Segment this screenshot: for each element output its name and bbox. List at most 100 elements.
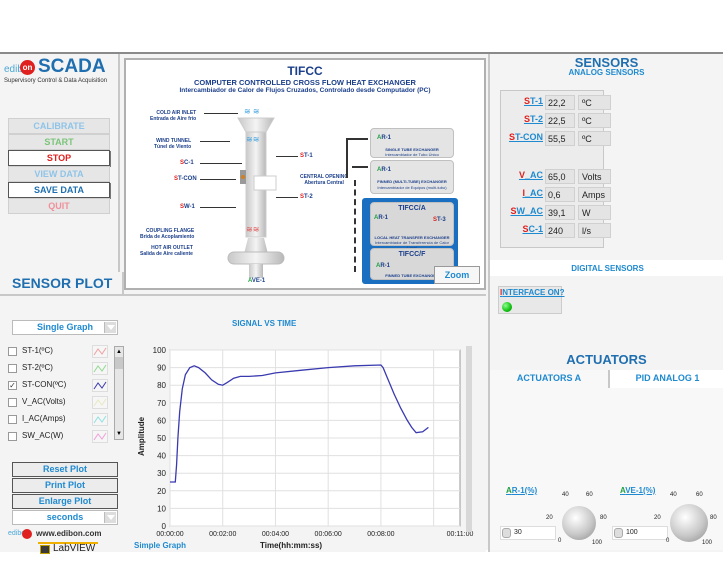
sensor-unit: Volts xyxy=(578,169,611,184)
knob-tick: 20 xyxy=(654,515,661,521)
zoom-button[interactable]: Zoom xyxy=(434,266,480,284)
chevron-down-icon[interactable] xyxy=(104,322,116,333)
tag-st-3: ST-3 xyxy=(433,217,446,223)
channel-row[interactable]: I_AC(Amps) xyxy=(8,412,112,428)
channel-row[interactable]: ST-2(ºC) xyxy=(8,361,112,377)
calibrate-button[interactable]: CALIBRATE xyxy=(8,118,110,134)
ar-1-knob[interactable] xyxy=(562,506,596,540)
sensor-value: 22,5 xyxy=(545,113,575,128)
graph-frame-scrollbar[interactable] xyxy=(466,346,472,532)
y-tick-label: 80 xyxy=(157,381,166,390)
channel-checkbox[interactable] xyxy=(8,398,17,407)
sensor-unit: ºC xyxy=(578,95,611,110)
x-tick-label: 00:00:00 xyxy=(156,531,183,538)
tab-actuators-a[interactable]: ACTUATORS A xyxy=(490,370,608,388)
ar-1-label[interactable]: AR-1(%) xyxy=(506,486,537,495)
sensor-unit: ºC xyxy=(578,113,611,128)
graph-caption: Simple Graph xyxy=(134,541,186,550)
knob-tick: 80 xyxy=(600,515,607,521)
digital-sensors-header: DIGITAL SENSORS xyxy=(490,260,723,276)
tag-sw-1: SW-1 xyxy=(180,204,195,210)
card-finned-multi-tube-exchanger: AR-1 FINNED (MULTI-TUBE) EXCHANGER Inter… xyxy=(370,160,454,194)
sensor-name-link[interactable]: ST-1 xyxy=(524,96,543,106)
save-data-button[interactable]: SAVE DATA xyxy=(8,182,110,198)
chevron-down-icon[interactable] xyxy=(104,512,116,523)
channel-row[interactable]: SW_AC(W) xyxy=(8,429,112,445)
ar-1-numeric-input[interactable]: 30 xyxy=(500,526,556,540)
y-tick-label: 40 xyxy=(157,452,166,461)
y-axis-label: Amplitude xyxy=(137,416,146,456)
channel-list-scrollbar[interactable]: ▲ ▼ xyxy=(114,346,124,440)
channel-checkbox[interactable] xyxy=(8,347,17,356)
interface-led-icon xyxy=(502,302,512,312)
tag-ar-1: AR-1 xyxy=(377,135,392,141)
sensor-name-link[interactable]: ST-CON xyxy=(509,132,543,142)
sensor-name-link[interactable]: SC-1 xyxy=(522,224,543,234)
sensor-unit: W xyxy=(578,205,611,220)
line-style-swatch-icon[interactable] xyxy=(92,430,108,443)
label-cold-air-inlet: COLD AIR INLET Entrada de Aire frío xyxy=(150,110,197,122)
sensor-name-link[interactable]: ST-2 xyxy=(524,114,543,124)
card-single-tube-exchanger: AR-1 SINGLE TUBE EXCHANGER Intercambiado… xyxy=(370,128,454,158)
website-link[interactable]: www.edibon.com xyxy=(36,529,101,538)
connector-line xyxy=(352,166,368,168)
analog-sensor-row: SC-1 240 l/s xyxy=(501,223,611,239)
label-wind-tunnel: WIND TUNNEL Túnel de Viento xyxy=(154,138,192,150)
scroll-up-icon[interactable]: ▲ xyxy=(116,348,122,356)
pointer-line xyxy=(276,197,298,198)
tag-sc-1: SC-1 xyxy=(180,160,194,166)
interface-on-indicator: INTERFACE ON? xyxy=(498,286,564,314)
print-plot-button[interactable]: Print Plot xyxy=(12,478,118,493)
tab-pid-analog-1[interactable]: PID ANALOG 1 xyxy=(608,370,723,388)
channel-checkbox[interactable] xyxy=(8,415,17,424)
knob-tick: 100 xyxy=(702,540,713,546)
line-style-swatch-icon[interactable] xyxy=(92,345,108,358)
channel-label: V_AC(Volts) xyxy=(22,397,66,406)
line-style-swatch-icon[interactable] xyxy=(92,396,108,409)
view-data-button[interactable]: VIEW DATA xyxy=(8,166,110,182)
start-button[interactable]: START xyxy=(8,134,110,150)
knob-tick: 40 xyxy=(562,492,569,498)
sensor-name-link[interactable]: SW_AC xyxy=(510,206,543,216)
stop-button[interactable]: STOP xyxy=(8,150,110,166)
edibon-footer-logo: edibon www.edibon.com xyxy=(8,529,102,539)
channel-checkbox[interactable] xyxy=(8,432,17,441)
channel-row[interactable]: V_AC(Volts) xyxy=(8,395,112,411)
graph-mode-select[interactable]: Single Graph xyxy=(12,320,118,335)
interface-on-label[interactable]: INTERFACE ON? xyxy=(500,288,564,297)
channel-row[interactable]: ✓ ST-CON(ºC) xyxy=(8,378,112,394)
line-style-swatch-icon[interactable] xyxy=(92,413,108,426)
y-tick-label: 50 xyxy=(157,434,166,443)
knob-tick: 60 xyxy=(586,492,593,498)
enlarge-plot-button[interactable]: Enlarge Plot xyxy=(12,494,118,509)
spinner-icon[interactable] xyxy=(502,528,511,538)
ave-1-numeric-input[interactable]: 100 xyxy=(612,526,668,540)
y-tick-label: 100 xyxy=(153,346,167,355)
signal-vs-time-chart: SIGNAL VS TIME 0 10 20 30 40 50 60 70 80 90 100 00:0… xyxy=(134,319,473,550)
channel-checkbox[interactable] xyxy=(8,364,17,373)
scroll-thumb[interactable] xyxy=(115,357,123,369)
line-style-swatch-icon[interactable] xyxy=(92,362,108,375)
time-unit-select[interactable]: seconds xyxy=(12,510,118,525)
ave-1-knob[interactable] xyxy=(670,504,708,542)
analog-sensor-row: ST-CON 55,5 ºC xyxy=(501,131,611,147)
spinner-icon[interactable] xyxy=(614,528,623,538)
edibon-dot-icon: on xyxy=(20,60,35,75)
process-diagram: TIFCC COMPUTER CONTROLLED CROSS FLOW HEA… xyxy=(124,58,486,290)
sensor-value: 22,2 xyxy=(545,95,575,110)
channel-row[interactable]: ST-1(ºC) xyxy=(8,344,112,360)
scroll-down-icon[interactable]: ▼ xyxy=(116,430,122,438)
reset-plot-button[interactable]: Reset Plot xyxy=(12,462,118,477)
line-style-swatch-icon[interactable] xyxy=(92,379,108,392)
y-tick-label: 10 xyxy=(157,504,166,513)
y-tick-label: 0 xyxy=(162,522,167,531)
channel-checkbox[interactable]: ✓ xyxy=(8,381,17,390)
knob-tick: 40 xyxy=(670,492,677,498)
wind-tunnel-drawing: ≋ ≋ ≋≋ ≋≋ xyxy=(227,107,285,278)
quit-button[interactable]: QUIT xyxy=(8,198,110,214)
ave-1-label[interactable]: AVE-1(%) xyxy=(620,486,655,495)
sensor-name-link[interactable]: V_AC xyxy=(519,170,543,180)
sensor-name-link[interactable]: I_AC xyxy=(522,188,543,198)
tag-ar-1: AR-1 xyxy=(374,215,389,221)
label-coupling-flange: COUPLING FLANGE Brida de Acoplamiento xyxy=(140,228,195,240)
